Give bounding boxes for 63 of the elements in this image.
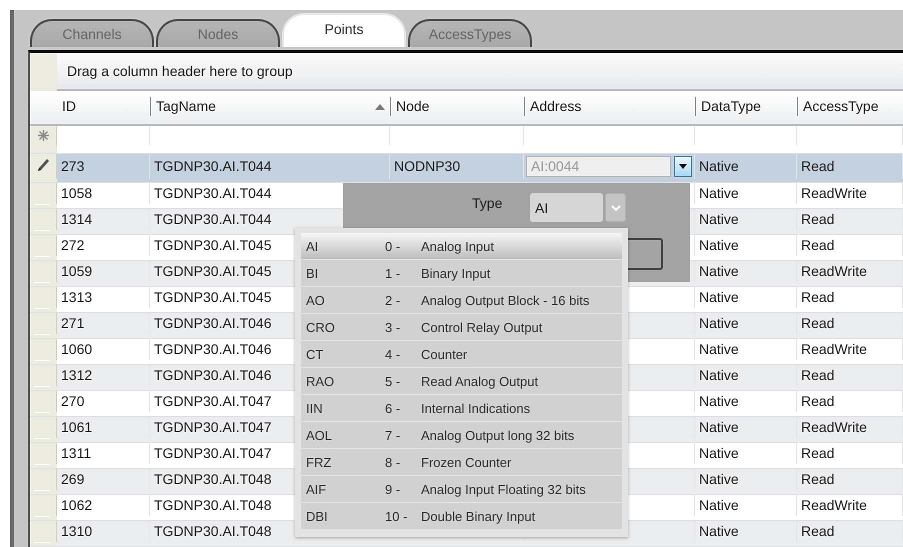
table-cell: Read bbox=[801, 393, 834, 410]
table-cell: TGDNP30.AI.T045 bbox=[154, 237, 272, 254]
table-cell: TGDNP30.AI.T044 bbox=[154, 211, 272, 228]
group-panel: Drag a column header here to group bbox=[57, 53, 903, 91]
table-cell: ReadWrite bbox=[801, 341, 867, 358]
table-cell: TGDNP30.AI.T048 bbox=[154, 471, 272, 488]
type-label: Type bbox=[472, 195, 502, 211]
table-cell: Native bbox=[699, 341, 739, 358]
table-cell: 1061 bbox=[61, 419, 92, 436]
table-cell: TGDNP30.AI.T045 bbox=[154, 263, 272, 280]
table-cell: 1058 bbox=[61, 185, 92, 202]
table-cell: TGDNP30.AI.T048 bbox=[154, 523, 272, 540]
table-cell: TGDNP30.AI.T047 bbox=[154, 419, 272, 436]
table-cell: ReadWrite bbox=[801, 497, 867, 514]
table-cell: TGDNP30.AI.T047 bbox=[154, 393, 272, 410]
table-cell: Read bbox=[801, 367, 834, 384]
table-cell: Native bbox=[699, 471, 739, 488]
table-cell: Read bbox=[801, 211, 834, 228]
table-cell: TGDNP30.AI.T044 bbox=[154, 158, 272, 174]
table-cell: 1059 bbox=[61, 263, 92, 280]
table-cell: Native bbox=[699, 263, 739, 280]
table-cell: TGDNP30.AI.T048 bbox=[154, 497, 272, 514]
table-cell: Native bbox=[699, 445, 739, 462]
table-cell: Read bbox=[801, 471, 834, 488]
table-cell: 270 bbox=[61, 393, 84, 410]
table-cell: Native bbox=[699, 289, 739, 306]
table-cell: 269 bbox=[61, 471, 84, 488]
table-cell: 1312 bbox=[61, 367, 92, 384]
table-cell: Native bbox=[699, 393, 739, 410]
table-cell: Native bbox=[699, 237, 739, 254]
table-cell: 1060 bbox=[61, 341, 92, 358]
table-cell: Native bbox=[699, 211, 739, 228]
table-cell: TGDNP30.AI.T046 bbox=[154, 367, 272, 384]
table-cell: Native bbox=[699, 367, 739, 384]
table-cell: Read bbox=[801, 445, 834, 462]
table-cell: TGDNP30.AI.T045 bbox=[154, 289, 272, 306]
table-cell: Read bbox=[801, 158, 834, 174]
table-cell: Native bbox=[699, 523, 739, 540]
table-cell: ReadWrite bbox=[801, 185, 867, 202]
table-cell: Native bbox=[699, 158, 739, 174]
table-cell: TGDNP30.AI.T047 bbox=[154, 445, 272, 462]
table-cell: 271 bbox=[61, 315, 84, 332]
table-cell: 1313 bbox=[61, 289, 92, 306]
table-cell: NODNP30 bbox=[394, 158, 460, 174]
table-cell: Native bbox=[699, 419, 739, 436]
table-cell: Read bbox=[801, 289, 834, 306]
table-cell: 272 bbox=[61, 237, 84, 254]
table-cell: Native bbox=[699, 315, 739, 332]
table-cell: Read bbox=[801, 315, 834, 332]
table-cell: 1314 bbox=[61, 211, 92, 228]
table-cell: 1062 bbox=[61, 497, 92, 514]
table-cell: Native bbox=[699, 497, 739, 514]
table-cell: ReadWrite bbox=[801, 419, 867, 436]
table-cell: Native bbox=[699, 185, 739, 202]
table-cell: 1310 bbox=[61, 523, 92, 540]
table-cell: 273 bbox=[61, 158, 84, 174]
table-cell: TGDNP30.AI.T046 bbox=[154, 341, 272, 358]
table-cell: ReadWrite bbox=[801, 263, 867, 280]
table-cell: Read bbox=[801, 237, 834, 254]
table-cell: TGDNP30.AI.T046 bbox=[154, 315, 272, 332]
table-cell: TGDNP30.AI.T044 bbox=[154, 185, 272, 202]
table-cell: Read bbox=[801, 523, 834, 540]
table-cell: 1311 bbox=[61, 445, 92, 462]
